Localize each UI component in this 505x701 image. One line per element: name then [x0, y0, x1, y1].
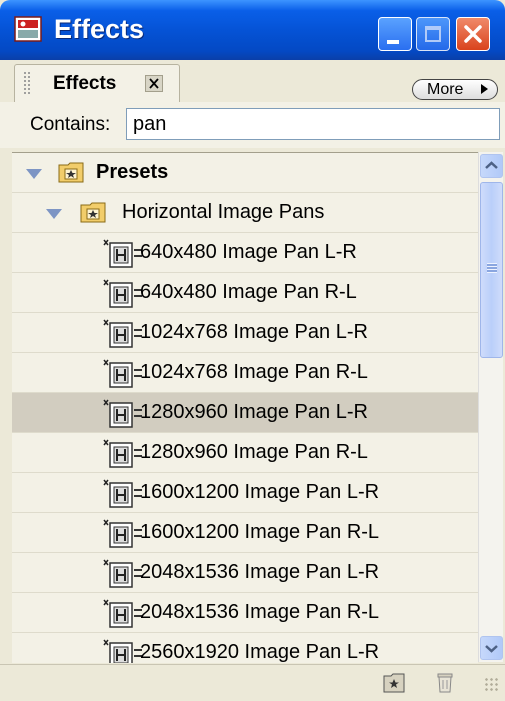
preset-item[interactable]: 640x480 Image Pan L-R	[12, 233, 478, 273]
chevron-down-icon	[485, 645, 498, 653]
new-bin-icon[interactable]	[383, 673, 405, 693]
trash-icon[interactable]	[436, 671, 454, 693]
preset-label: 640x480 Image Pan R-L	[140, 281, 357, 303]
panel-tab-row: Effects More	[0, 60, 505, 102]
preset-item[interactable]: 2048x1536 Image Pan L-R	[12, 553, 478, 593]
tree-label: Horizontal Image Pans	[122, 201, 325, 223]
bottom-toolbar	[0, 664, 505, 701]
search-row: Contains:	[0, 102, 505, 148]
expand-triangle-icon[interactable]	[46, 209, 62, 219]
play-arrow-icon	[481, 84, 488, 94]
preset-item[interactable]: 1024x768 Image Pan L-R	[12, 313, 478, 353]
preset-item[interactable]: 1600x1200 Image Pan L-R	[12, 473, 478, 513]
preset-item[interactable]: 1024x768 Image Pan R-L	[12, 353, 478, 393]
preset-item[interactable]: 2560x1920 Image Pan L-R	[12, 633, 478, 663]
maximize-button[interactable]	[416, 17, 450, 51]
close-window-button[interactable]	[456, 17, 490, 51]
scroll-thumb[interactable]	[480, 182, 503, 358]
tab-label: Effects	[53, 73, 117, 94]
scroll-up-button[interactable]	[480, 154, 503, 178]
more-button[interactable]: More	[412, 79, 498, 100]
grip-icon	[487, 263, 497, 273]
scroll-down-button[interactable]	[480, 636, 503, 660]
minimize-icon	[387, 40, 399, 44]
search-label: Contains:	[30, 114, 111, 135]
preset-label: 1280x960 Image Pan L-R	[140, 401, 368, 423]
chevron-up-icon	[485, 161, 498, 169]
more-label: More	[427, 81, 464, 98]
preset-item[interactable]: 2048x1536 Image Pan R-L	[12, 593, 478, 633]
minimize-button[interactable]	[378, 17, 412, 51]
preset-item[interactable]: 1280x960 Image Pan R-L	[12, 433, 478, 473]
tab-close-button[interactable]	[145, 75, 163, 92]
preset-label: 2560x1920 Image Pan L-R	[140, 641, 380, 663]
close-icon	[149, 78, 159, 89]
title-bar[interactable]: Effects	[0, 0, 505, 60]
preset-item-selected[interactable]: 1280x960 Image Pan L-R	[12, 393, 478, 433]
tab-effects[interactable]: Effects	[14, 64, 180, 102]
window-title: Effects	[54, 14, 145, 44]
app-icon	[14, 16, 42, 42]
close-icon	[464, 25, 482, 43]
maximize-icon	[425, 26, 441, 42]
expand-triangle-icon[interactable]	[26, 169, 42, 179]
preset-item[interactable]: 640x480 Image Pan R-L	[12, 273, 478, 313]
search-input[interactable]	[126, 108, 500, 140]
tree-label: Presets	[96, 161, 169, 183]
preset-label: 2048x1536 Image Pan L-R	[140, 561, 380, 583]
tree-row-folder[interactable]: Horizontal Image Pans	[12, 193, 478, 233]
preset-label: 1024x768 Image Pan R-L	[140, 361, 368, 383]
preset-label: 640x480 Image Pan L-R	[140, 241, 357, 263]
folder-icon	[80, 202, 106, 223]
effects-tree: Presets Horizontal Image Pans 640x480 Im…	[12, 152, 478, 663]
preset-label: 1600x1200 Image Pan L-R	[140, 481, 380, 503]
folder-icon	[58, 162, 84, 183]
preset-item[interactable]: 1600x1200 Image Pan R-L	[12, 513, 478, 553]
preset-label: 1600x1200 Image Pan R-L	[140, 521, 380, 543]
vertical-scrollbar[interactable]	[478, 152, 503, 662]
tree-row-presets[interactable]: Presets	[12, 153, 478, 193]
preset-label: 1024x768 Image Pan L-R	[140, 321, 368, 343]
resize-grip-icon[interactable]	[484, 677, 500, 693]
preset-label: 2048x1536 Image Pan R-L	[140, 601, 380, 623]
effects-window: Effects Effects More Contains: pan Prese…	[0, 0, 505, 701]
drag-grip-icon[interactable]	[23, 71, 31, 95]
preset-label: 1280x960 Image Pan R-L	[140, 441, 368, 463]
